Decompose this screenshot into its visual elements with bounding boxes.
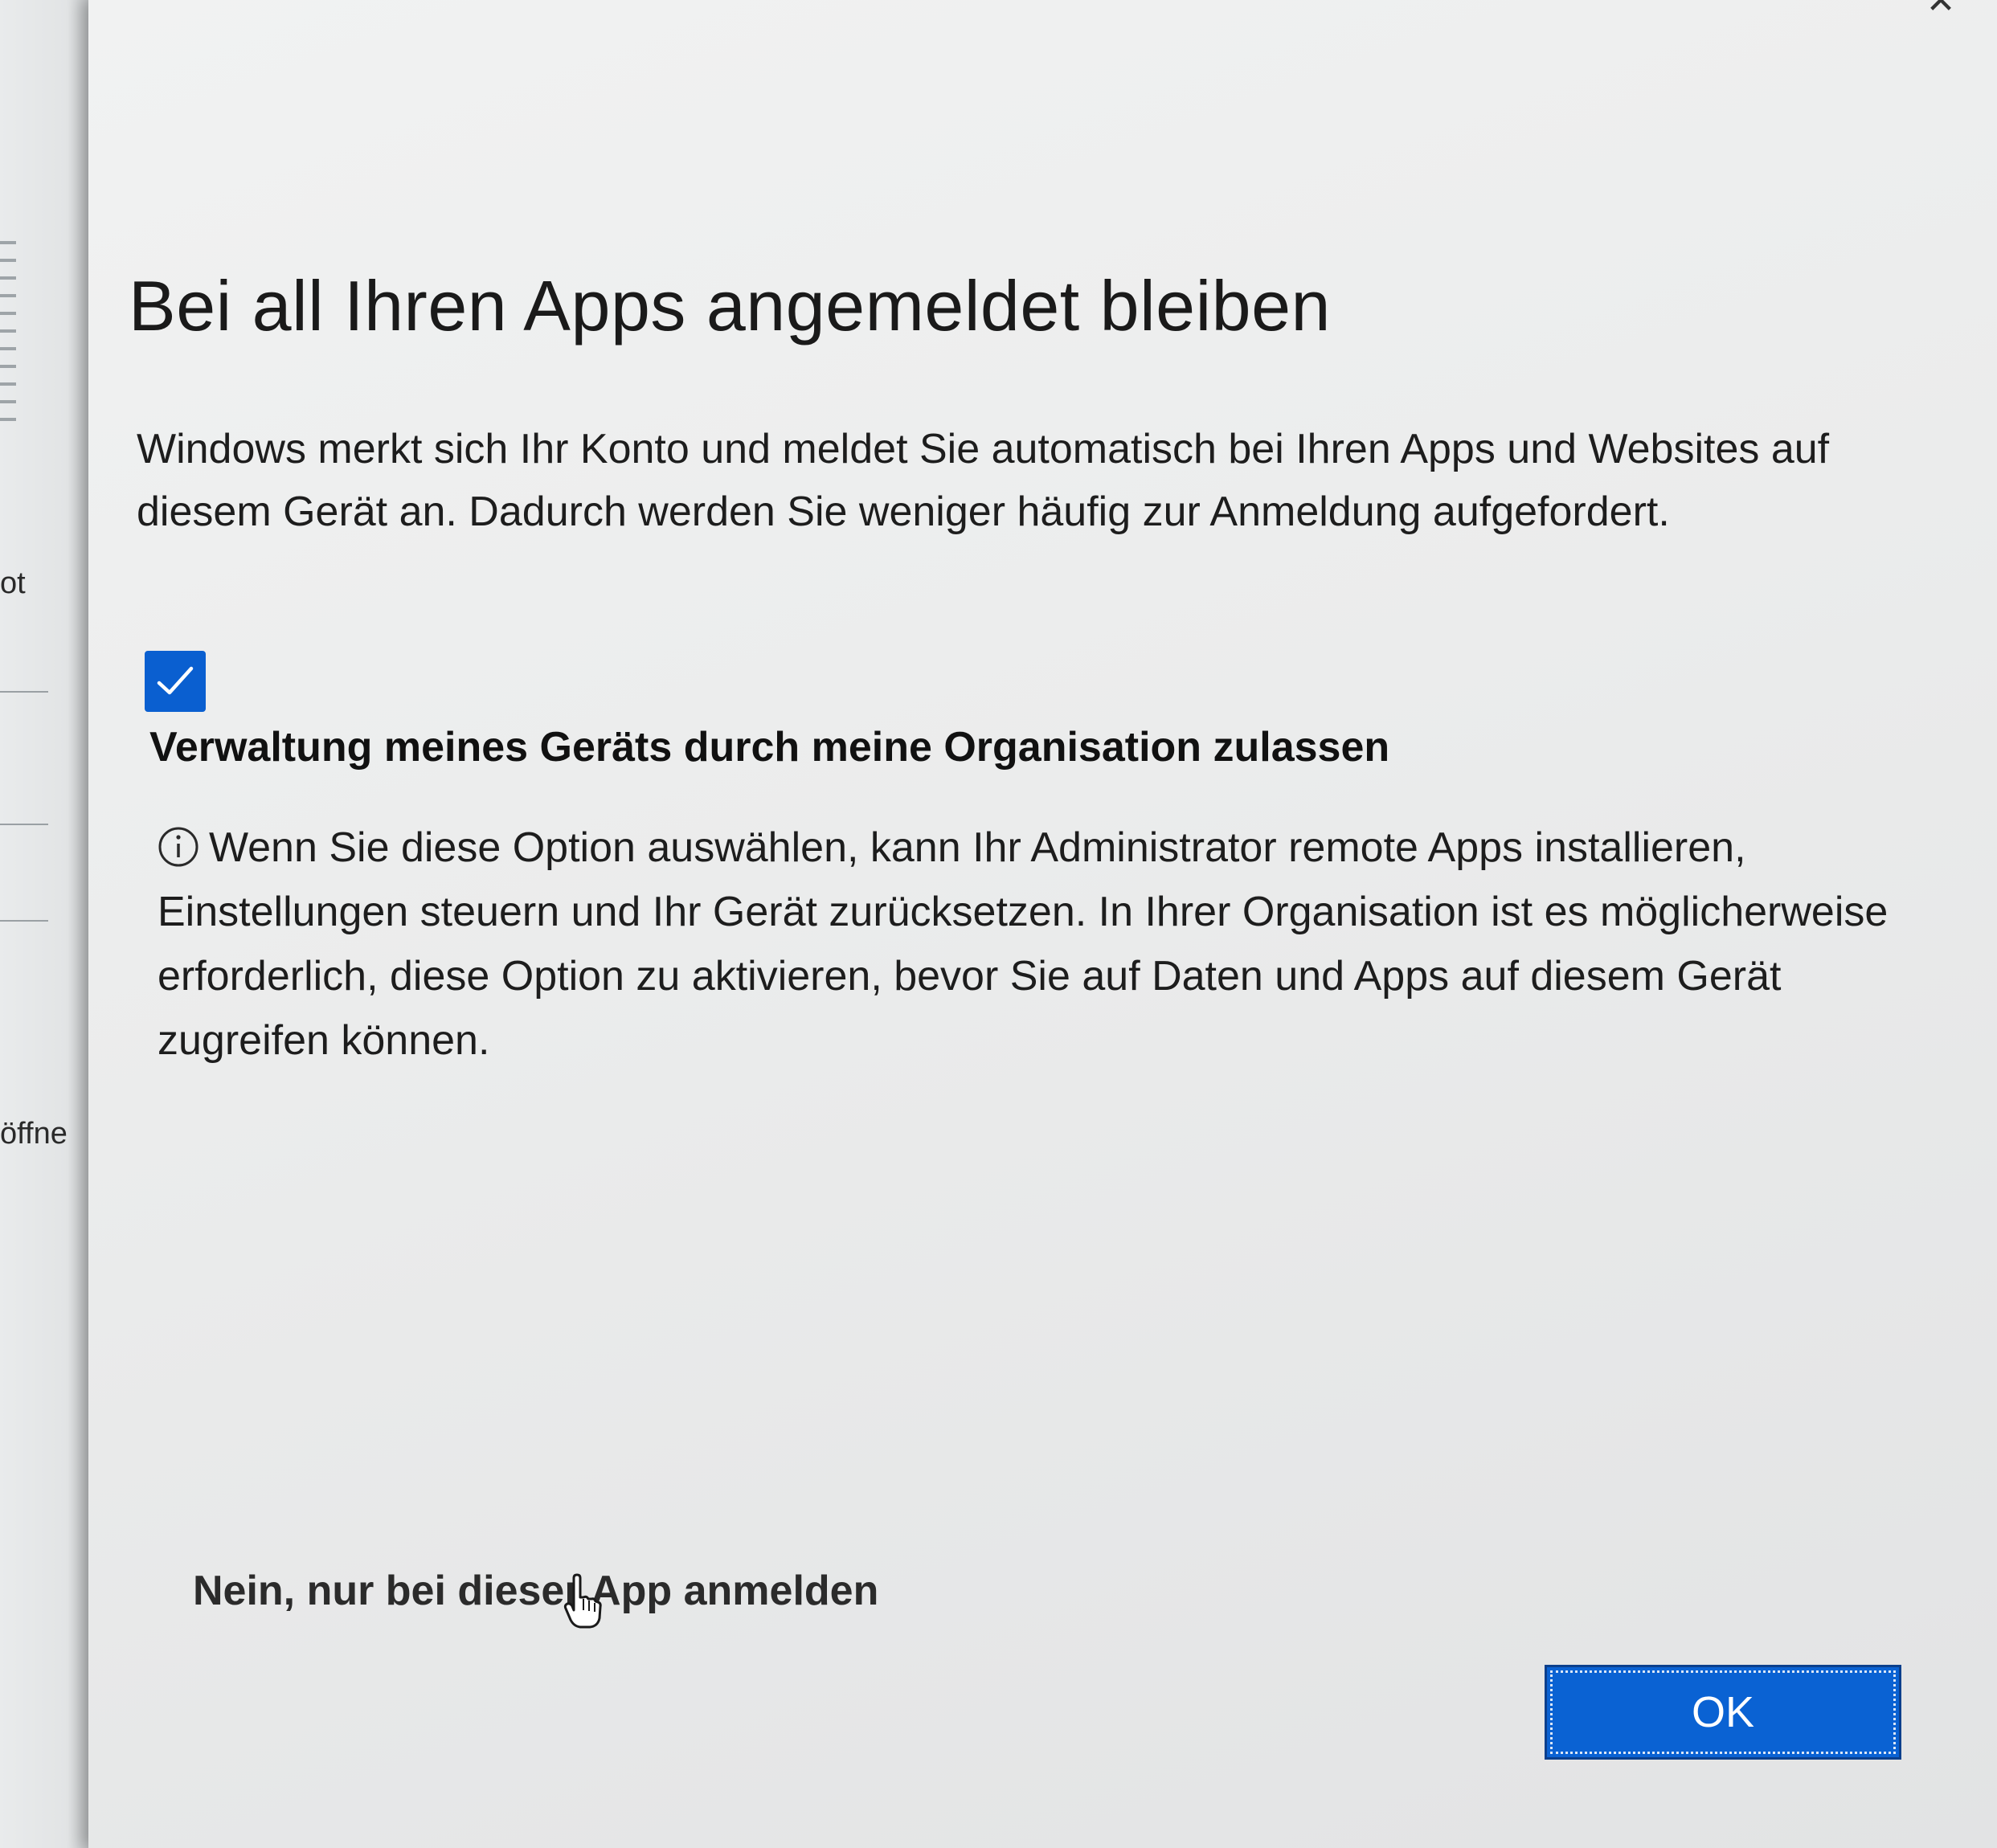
background-text-fragment: öffne [0,1117,68,1151]
close-icon[interactable]: ✕ [1917,0,1965,19]
info-icon [158,827,198,867]
checkmark-icon [157,666,194,695]
info-text: Wenn Sie diese Option auswählen, kann Ih… [158,824,1889,1064]
sign-in-dialog: ✕ Bei all Ihren Apps angemeldet bleiben … [88,0,1997,1848]
dialog-title: Bei all Ihren Apps angemeldet bleiben [129,266,1331,345]
sign-in-this-app-only-link[interactable]: Nein, nur bei dieser App anmelden [193,1567,878,1615]
manage-device-checkbox[interactable] [145,651,206,712]
background-divider [0,691,48,693]
info-message: Wenn Sie diese Option auswählen, kann Ih… [158,816,1958,1073]
ok-button[interactable]: OK [1545,1665,1901,1760]
background-text-fragment: ot [0,566,26,600]
background-divider [0,920,48,922]
hand-cursor-icon [563,1573,602,1629]
background-divider [0,824,48,825]
manage-device-checkbox-label[interactable]: Verwaltung meines Geräts durch meine Org… [149,723,1389,771]
background-lines [0,241,16,426]
background-window: ot öffne [0,0,96,1848]
dialog-description: Windows merkt sich Ihr Konto und meldet … [137,426,1830,535]
